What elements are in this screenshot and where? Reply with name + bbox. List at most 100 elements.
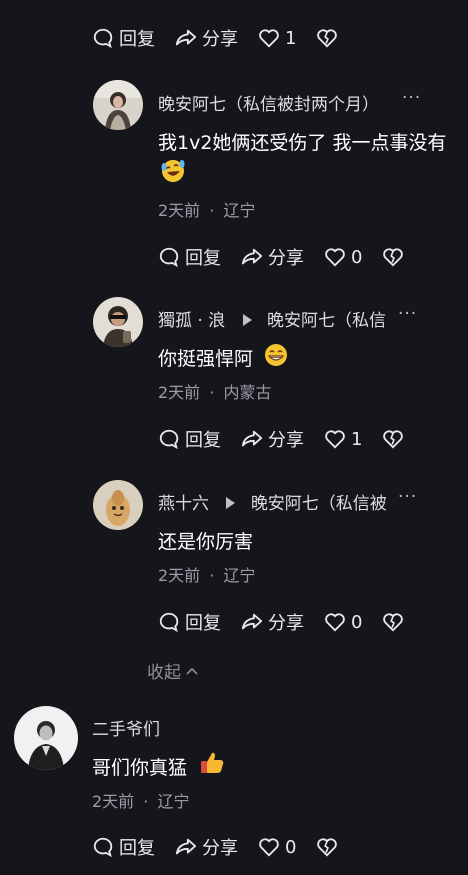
broken-heart-icon — [316, 836, 338, 858]
reply-icon — [158, 611, 180, 633]
broken-heart-icon — [382, 428, 404, 450]
timestamp: 2天前 — [158, 383, 201, 402]
reply-to-arrow-icon — [226, 497, 236, 509]
reply-icon — [158, 428, 180, 450]
share-button[interactable]: 分享 — [175, 25, 238, 51]
avatar[interactable] — [93, 297, 143, 347]
location: 辽宁 — [223, 566, 256, 585]
commenter-name[interactable]: 二手爷们 — [92, 715, 160, 740]
reply-button[interactable]: 回复 — [92, 25, 155, 51]
reply-label: 回复 — [185, 248, 221, 269]
dislike-button[interactable] — [382, 428, 409, 450]
share-button[interactable]: 分享 — [241, 426, 304, 452]
avatar[interactable] — [93, 480, 143, 530]
share-icon — [175, 836, 197, 858]
like-count: 0 — [351, 611, 363, 633]
dislike-button[interactable] — [382, 246, 409, 268]
share-icon — [241, 246, 263, 268]
separator: · — [209, 566, 215, 585]
timestamp: 2天前 — [158, 201, 201, 220]
share-button[interactable]: 分享 — [241, 244, 304, 270]
share-label: 分享 — [202, 29, 238, 50]
like-count: 0 — [285, 836, 297, 858]
commenter-name[interactable]: 燕十六 晚安阿七（私信被 — [158, 489, 387, 514]
commenter-name[interactable]: 晚安阿七（私信被封两个月） — [158, 90, 379, 115]
comment-text: 哥们你真猛 — [92, 757, 188, 779]
broken-heart-icon — [316, 27, 338, 49]
share-label: 分享 — [268, 430, 304, 451]
reply-icon — [158, 246, 180, 268]
like-button[interactable]: 0 — [324, 611, 362, 633]
reply2-action-row: 回复 分享 1 — [158, 426, 429, 452]
share-button[interactable]: 分享 — [241, 609, 304, 635]
more-options-button[interactable]: ··· — [398, 304, 417, 324]
comment4-action-row: 回复 分享 0 — [92, 834, 363, 860]
heart-icon — [324, 246, 346, 268]
separator: · — [143, 792, 149, 811]
heart-icon — [258, 27, 280, 49]
comment-text: 还是你厉害 — [158, 531, 254, 553]
comment-meta: 2天前 · 辽宁 — [158, 197, 255, 221]
share-label: 分享 — [202, 838, 238, 859]
like-button[interactable]: 1 — [258, 27, 296, 49]
laughing-crying-emoji-icon — [160, 158, 186, 184]
comment-text: 你挺强悍阿 — [158, 348, 254, 370]
reply-icon — [92, 836, 114, 858]
share-icon — [241, 611, 263, 633]
like-button[interactable]: 1 — [324, 428, 362, 450]
location: 内蒙古 — [223, 383, 272, 402]
broken-heart-icon — [382, 611, 404, 633]
like-button[interactable]: 0 — [324, 246, 362, 268]
heart-icon — [258, 836, 280, 858]
separator: · — [209, 201, 215, 220]
dislike-button[interactable] — [316, 27, 343, 49]
reply-button[interactable]: 回复 — [158, 244, 221, 270]
dislike-button[interactable] — [382, 611, 409, 633]
more-options-button[interactable]: ··· — [398, 487, 417, 507]
share-label: 分享 — [268, 613, 304, 634]
avatar[interactable] — [93, 80, 143, 130]
broken-heart-icon — [382, 246, 404, 268]
heart-icon — [324, 428, 346, 450]
reply-icon — [92, 27, 114, 49]
reply3-action-row: 回复 分享 0 — [158, 609, 429, 635]
share-label: 分享 — [268, 248, 304, 269]
reply-to-arrow-icon — [242, 314, 252, 326]
collapse-label: 收起 — [147, 663, 181, 683]
location: 辽宁 — [223, 201, 256, 220]
timestamp: 2天前 — [158, 566, 201, 585]
reply-label: 回复 — [185, 430, 221, 451]
commenter-name[interactable]: 獨孤 · 浪 晚安阿七（私信 — [158, 306, 386, 331]
thumbs-up-emoji-icon — [199, 749, 225, 775]
comment-meta: 2天前 · 内蒙古 — [158, 379, 271, 403]
reply-target-name: 晚安阿七（私信被 — [250, 494, 387, 514]
like-count: 0 — [351, 246, 363, 268]
reply-label: 回复 — [185, 613, 221, 634]
reply-button[interactable]: 回复 — [158, 609, 221, 635]
reply-label: 回复 — [119, 838, 155, 859]
reply-target-name: 晚安阿七（私信 — [267, 311, 387, 331]
like-count: 1 — [285, 27, 297, 49]
dislike-button[interactable] — [316, 836, 343, 858]
avatar[interactable] — [14, 706, 78, 770]
separator: · — [209, 383, 215, 402]
comment-meta: 2天前 · 辽宁 — [158, 562, 255, 586]
comment-text: 我1v2她俩还受伤了 我一点事没有 — [158, 132, 447, 154]
reply-label: 回复 — [119, 29, 155, 50]
like-button[interactable]: 0 — [258, 836, 296, 858]
share-button[interactable]: 分享 — [175, 834, 238, 860]
collapse-replies-button[interactable]: 收起 — [147, 658, 199, 683]
more-options-button[interactable]: ··· — [402, 88, 421, 108]
location: 辽宁 — [157, 792, 190, 811]
heart-icon — [324, 611, 346, 633]
comment-meta: 2天前 · 辽宁 — [92, 788, 189, 812]
chevron-up-icon — [185, 661, 199, 681]
top-action-row: 回复 分享 1 — [92, 25, 363, 51]
timestamp: 2天前 — [92, 792, 135, 811]
reply-button[interactable]: 回复 — [158, 426, 221, 452]
reply-button[interactable]: 回复 — [92, 834, 155, 860]
grinning-emoji-icon — [264, 343, 288, 367]
share-icon — [241, 428, 263, 450]
like-count: 1 — [351, 428, 363, 450]
reply1-action-row: 回复 分享 0 — [158, 244, 429, 270]
